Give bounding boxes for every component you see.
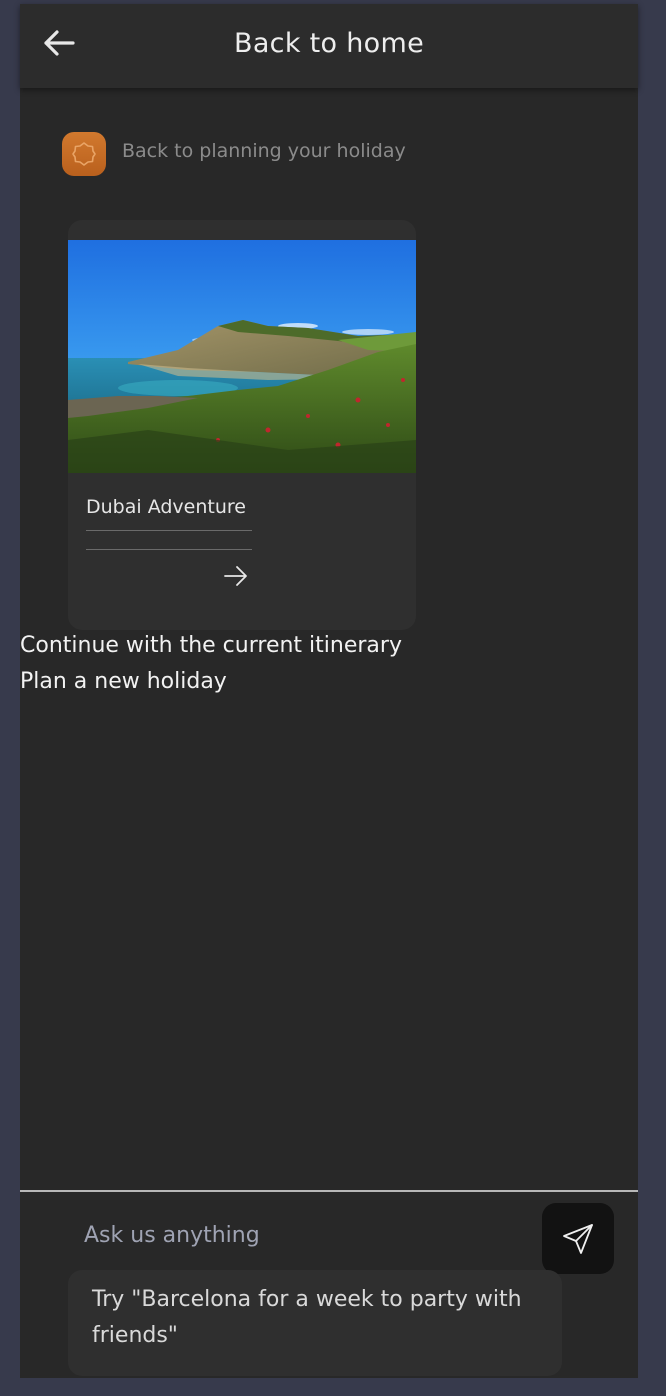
ask-input[interactable]: [68, 1212, 560, 1258]
option-plan-new-holiday[interactable]: Plan a new holiday: [20, 669, 227, 694]
paper-plane-icon: [563, 1223, 593, 1254]
arrow-right-icon: [224, 566, 247, 586]
chat-screen: Back to home Back to planning your holid…: [20, 4, 638, 1378]
sun-logo-icon: [72, 142, 96, 166]
suggestion-chip[interactable]: Try "Barcelona for a week to party with …: [68, 1270, 562, 1376]
send-button[interactable]: [542, 1203, 614, 1274]
trip-card-open-button[interactable]: [218, 560, 254, 592]
assistant-message-text: Back to planning your holiday: [122, 140, 406, 162]
trip-card-divider: [86, 549, 252, 550]
app-header: Back to home: [20, 4, 638, 88]
trip-card[interactable]: Dubai Adventure: [68, 220, 416, 630]
trip-card-divider: [86, 530, 252, 531]
trip-card-title: Dubai Adventure: [86, 496, 246, 518]
assistant-avatar: [62, 132, 106, 176]
option-continue-itinerary[interactable]: Continue with the current itinerary: [20, 633, 402, 658]
page-title: Back to home: [234, 28, 424, 59]
trip-card-image: [68, 240, 416, 473]
composer-divider: [20, 1190, 638, 1192]
